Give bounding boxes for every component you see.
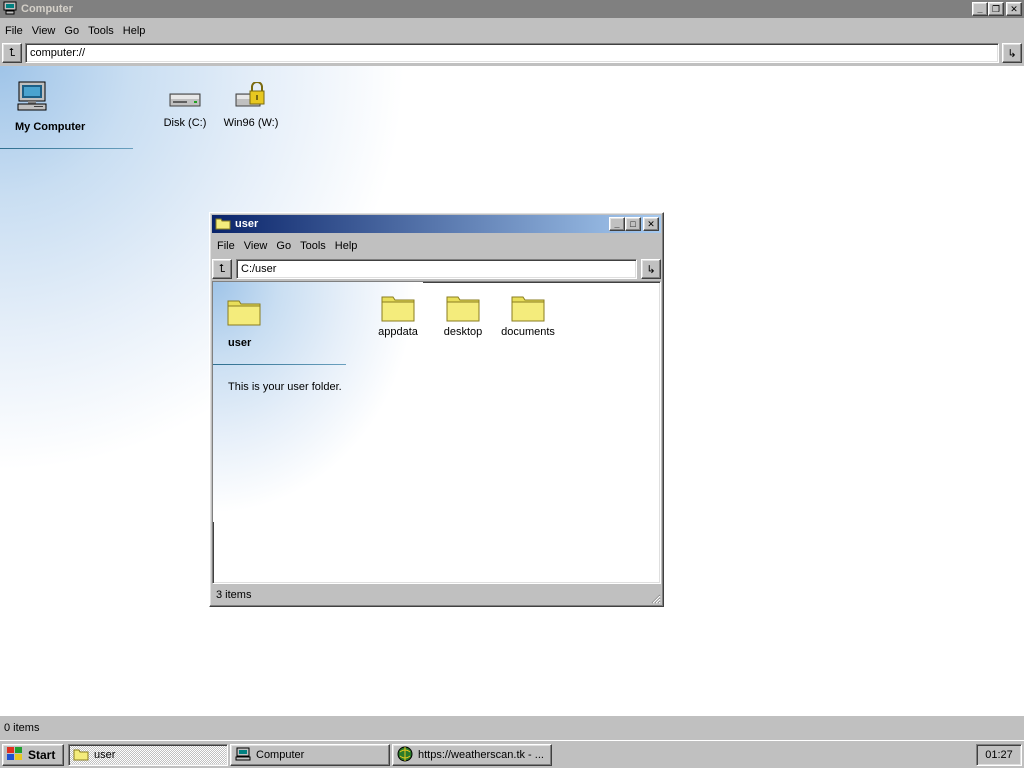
restore-button[interactable]: ❐: [988, 2, 1004, 16]
go-button[interactable]: ↳: [641, 259, 661, 279]
menu-file[interactable]: File: [2, 25, 29, 37]
minimize-icon: _: [614, 218, 620, 229]
minimize-icon: _: [977, 3, 983, 14]
status-bar: 3 items: [212, 585, 661, 605]
minimize-button[interactable]: _: [972, 2, 988, 16]
folder-icon: [381, 292, 415, 322]
folder-icon: [446, 292, 480, 322]
folder-item-documents[interactable]: documents: [493, 292, 563, 338]
folder-icon: [73, 747, 89, 764]
close-icon: ✕: [647, 218, 655, 229]
status-text: 0 items: [4, 722, 40, 734]
task-label: Computer: [256, 749, 305, 761]
sidebar-folder-icon: [227, 296, 261, 329]
menu-view[interactable]: View: [29, 25, 62, 37]
drive-label: Win96 (W:): [223, 117, 279, 129]
go-button[interactable]: ↳: [1002, 43, 1022, 63]
sidebar-divider: [213, 364, 346, 365]
user-content: user This is your user folder. appdata d…: [212, 281, 661, 584]
sidebar-divider: [0, 148, 133, 149]
locked-drive-icon: [235, 81, 267, 113]
user-titlebar[interactable]: user _ □ ✕: [212, 215, 661, 233]
go-arrow-icon: ↳: [1007, 47, 1017, 60]
close-icon: ✕: [1010, 3, 1018, 14]
folder-label: documents: [501, 326, 555, 338]
menu-help[interactable]: Help: [332, 240, 364, 252]
address-input[interactable]: [236, 259, 637, 279]
drive-item-w[interactable]: Win96 (W:): [216, 81, 286, 129]
computer-titlebar[interactable]: Computer _ ❐ ✕: [0, 0, 1024, 18]
status-text: 3 items: [216, 589, 252, 601]
minimize-button[interactable]: _: [609, 217, 625, 231]
hard-drive-icon: [169, 86, 201, 113]
drive-item-c[interactable]: Disk (C:): [150, 86, 220, 129]
sidebar-title: user: [228, 337, 252, 349]
up-button[interactable]: ⮤: [2, 43, 22, 63]
restore-icon: ❐: [991, 3, 1001, 14]
task-button-computer[interactable]: Computer: [230, 744, 390, 766]
folder-item-desktop[interactable]: desktop: [428, 292, 498, 338]
folder-label: desktop: [443, 326, 483, 338]
taskbar: Start user Computer https://weatherscan.…: [0, 740, 1024, 768]
folder-item-appdata[interactable]: appdata: [363, 292, 433, 338]
sidebar-title: My Computer: [15, 121, 86, 133]
maximize-icon: □: [630, 218, 636, 229]
folder-icon: [215, 216, 231, 233]
task-button-browser[interactable]: https://weatherscan.tk - ...: [392, 744, 552, 766]
start-button[interactable]: Start: [2, 744, 64, 766]
computer-icon: [3, 1, 17, 18]
drive-label: Disk (C:): [163, 117, 207, 129]
windows-logo-icon: [6, 746, 24, 765]
folder-label: appdata: [378, 326, 418, 338]
go-arrow-icon: ↳: [646, 263, 656, 276]
system-tray: 01:27: [976, 744, 1022, 766]
task-label: user: [94, 749, 116, 761]
up-button[interactable]: ⮤: [212, 259, 232, 279]
up-arrow-icon: ⮤: [8, 46, 16, 59]
task-label: https://weatherscan.tk - ...: [418, 749, 544, 761]
menu-tools[interactable]: Tools: [85, 25, 120, 37]
close-button[interactable]: ✕: [643, 217, 659, 231]
task-button-user[interactable]: user: [68, 744, 228, 766]
menu-tools[interactable]: Tools: [297, 240, 332, 252]
close-button[interactable]: ✕: [1006, 2, 1022, 16]
browser-icon: [397, 746, 413, 765]
address-bar: ⮤ ↳: [212, 256, 661, 282]
maximize-button[interactable]: □: [625, 217, 641, 231]
sidebar-description: This is your user folder.: [228, 381, 342, 393]
folder-icon: [511, 292, 545, 322]
address-input[interactable]: [25, 43, 999, 63]
window-title: user: [235, 218, 259, 230]
start-label: Start: [28, 748, 56, 762]
up-arrow-icon: ⮤: [218, 262, 226, 275]
address-bar: ⮤ ↳: [0, 40, 1024, 66]
menu-file[interactable]: File: [214, 240, 241, 252]
menu-help[interactable]: Help: [120, 25, 152, 37]
user-window: user _ □ ✕ File View Go Tools Help ⮤ ↳ u…: [209, 212, 664, 607]
menu-go[interactable]: Go: [273, 240, 297, 252]
sidebar-computer-icon: [16, 80, 50, 115]
menu-view[interactable]: View: [241, 240, 274, 252]
menu-bar: File View Go Tools Help: [212, 236, 661, 256]
clock[interactable]: 01:27: [985, 749, 1013, 761]
computer-icon: [235, 747, 251, 764]
window-title: Computer: [21, 3, 73, 15]
menu-bar: File View Go Tools Help: [0, 21, 1024, 41]
menu-go[interactable]: Go: [61, 25, 85, 37]
status-bar: 0 items: [0, 718, 1024, 738]
resize-grip[interactable]: [649, 592, 661, 604]
